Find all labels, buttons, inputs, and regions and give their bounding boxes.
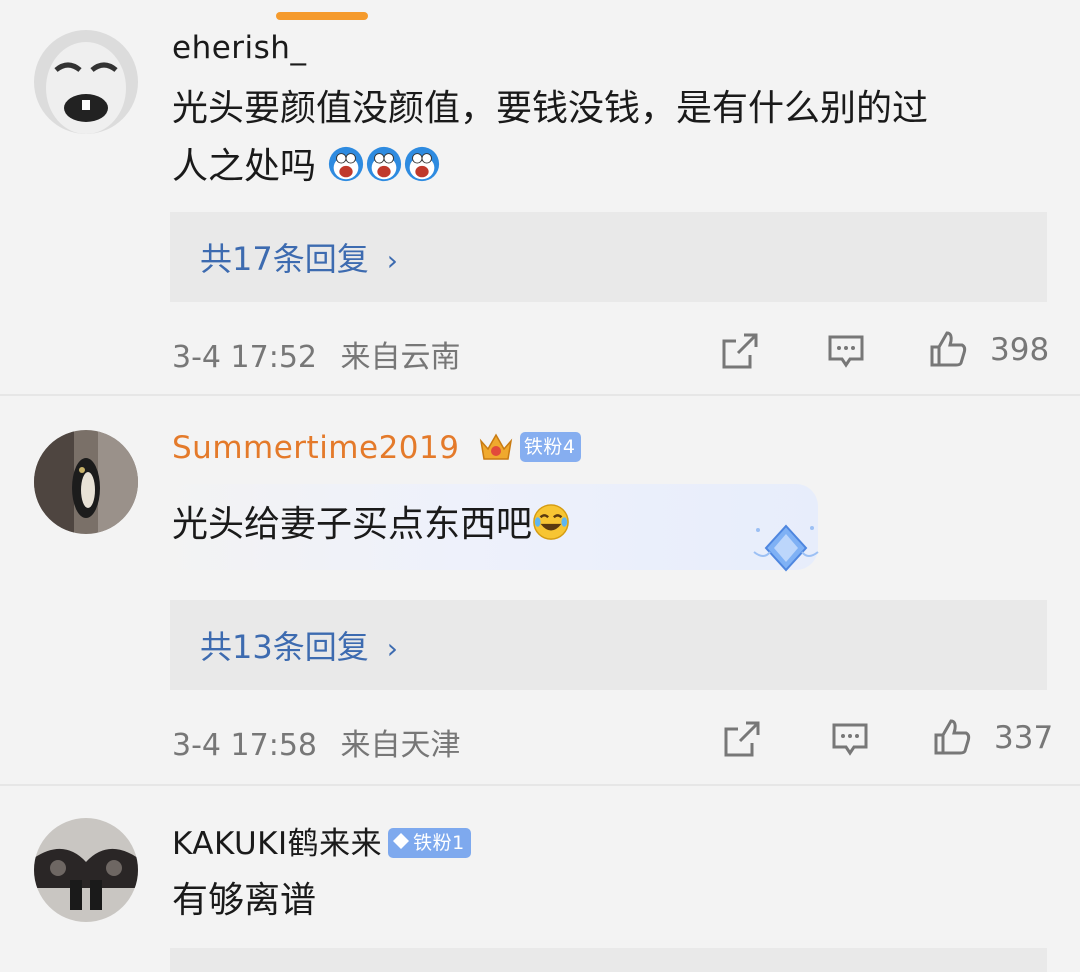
comment-text-line: 人之处吗	[172, 138, 1032, 196]
share-icon[interactable]	[722, 719, 762, 759]
view-replies-link[interactable]: 共13条回复 ›	[200, 622, 398, 668]
username[interactable]: KAKUKI鹤来来 铁粉1	[172, 818, 471, 863]
divider	[0, 784, 1080, 786]
replies-box	[170, 948, 1047, 972]
comment-text-part: 光头给妻子买点东西吧	[172, 504, 533, 545]
fan-badge: 铁粉1	[388, 827, 471, 858]
comment-text: 光头给妻子买点东西吧	[172, 496, 1032, 554]
fan-badge-label: 铁粉1	[413, 831, 465, 854]
replies-box: 共17条回复 ›	[170, 212, 1047, 302]
comment-text-part: 有够离谱	[172, 880, 317, 921]
like-icon[interactable]	[932, 717, 972, 757]
comment-location: 来自云南	[340, 340, 461, 375]
replies-label: 共17条回复	[200, 240, 369, 278]
username[interactable]: eherish_	[172, 30, 306, 66]
chevron-right-icon: ›	[386, 632, 398, 665]
doraemon-cry-emoji	[329, 146, 364, 182]
doraemon-cry-emoji	[405, 146, 440, 182]
active-tab-indicator	[276, 12, 368, 20]
avatar[interactable]	[34, 818, 138, 922]
comment-time: 3-4 17:52	[172, 340, 317, 375]
comment-location: 来自天津	[340, 728, 461, 763]
doraemon-cry-emoji	[367, 146, 402, 182]
avatar[interactable]	[34, 430, 138, 534]
replies-label: 共13条回复	[200, 628, 369, 666]
like-count: 337	[994, 720, 1054, 756]
like-icon[interactable]	[928, 329, 968, 369]
comment-icon[interactable]	[826, 331, 866, 371]
share-icon[interactable]	[720, 331, 760, 371]
diamond-icon	[393, 833, 410, 849]
comment-time: 3-4 17:58	[172, 728, 317, 763]
like-count: 398	[990, 332, 1050, 368]
comment-text: 有够离谱	[172, 872, 1032, 930]
crown-icon	[479, 432, 513, 460]
username-text: KAKUKI鹤来来	[172, 826, 383, 862]
replies-box: 共13条回复 ›	[170, 600, 1047, 690]
username-text: Summertime2019	[172, 430, 460, 466]
username[interactable]: Summertime2019 铁粉4	[172, 430, 582, 468]
fan-badge: 铁粉4	[519, 431, 582, 462]
comment-meta: 3-4 17:52 来自云南	[172, 332, 461, 376]
laugh-cry-emoji	[533, 504, 569, 540]
comment-text-part: 人之处吗	[172, 146, 317, 187]
comment-text: 光头要颜值没颜值，要钱没钱，是有什么别的过 人之处吗	[172, 80, 1032, 196]
comment-text-line: 光头要颜值没颜值，要钱没钱，是有什么别的过	[172, 88, 929, 129]
view-replies-link[interactable]: 共17条回复 ›	[200, 234, 398, 280]
comment-icon[interactable]	[830, 719, 870, 759]
divider	[0, 394, 1080, 396]
comment-meta: 3-4 17:58 来自天津	[172, 720, 461, 764]
avatar[interactable]	[34, 30, 138, 134]
chevron-right-icon: ›	[386, 244, 398, 277]
